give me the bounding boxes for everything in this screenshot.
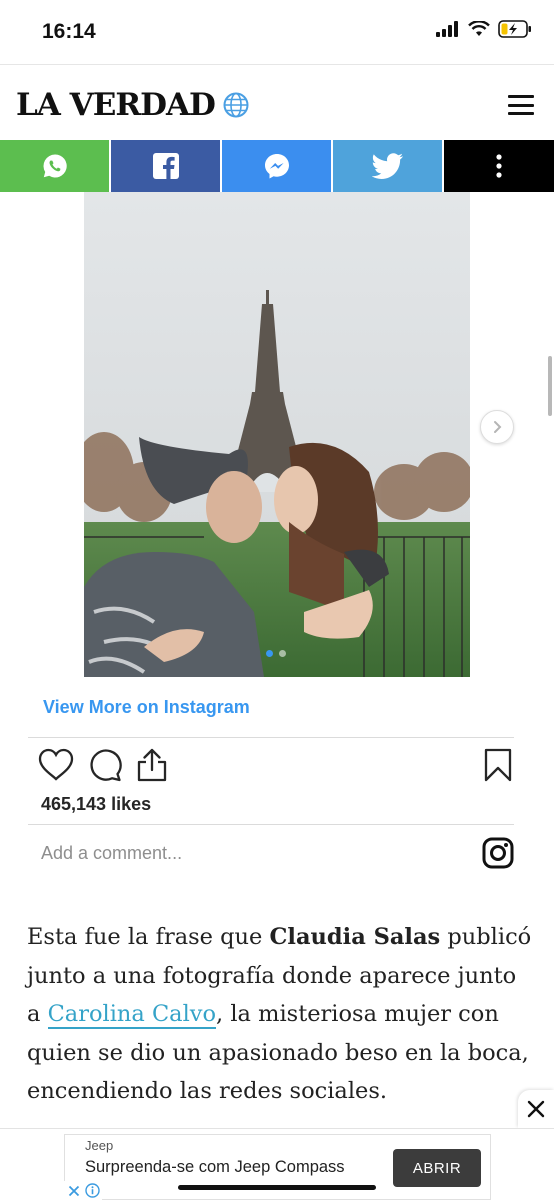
more-vertical-icon (496, 154, 502, 178)
share-upload-icon[interactable] (136, 748, 168, 782)
ad-choices[interactable] (64, 1181, 102, 1200)
status-time: 16:14 (42, 20, 96, 43)
add-comment-input[interactable]: Add a comment... (41, 843, 182, 864)
carousel-next-button[interactable] (480, 410, 514, 444)
share-messenger-button[interactable] (222, 140, 333, 192)
carousel-dot (279, 650, 286, 657)
battery-charging-icon (498, 20, 531, 38)
like-heart-icon[interactable] (38, 748, 74, 782)
site-logo[interactable]: LA VERDAD (16, 87, 249, 123)
article-person-link[interactable]: Carolina Calvo (47, 1001, 217, 1029)
ad-brand: Jeep (85, 1138, 114, 1153)
close-icon (527, 1100, 545, 1118)
scrollbar[interactable] (548, 356, 552, 416)
carousel-dot-active (266, 650, 273, 657)
hamburger-menu-icon[interactable] (508, 95, 534, 115)
share-bar (0, 140, 554, 192)
ad-info-icon[interactable] (83, 1181, 102, 1200)
messenger-icon (264, 154, 289, 179)
home-indicator (178, 1185, 376, 1190)
likes-count: 465,143 likes (41, 794, 152, 814)
ad-close-x-icon[interactable] (64, 1181, 83, 1200)
article-text-segment: Esta fue la frase que (27, 924, 270, 950)
comment-bubble-icon[interactable] (88, 748, 122, 782)
bookmark-save-icon[interactable] (484, 748, 512, 782)
article-paragraph: Esta fue la frase que Claudia Salas publ… (27, 918, 532, 1111)
ad-open-button[interactable]: ABRIR (393, 1149, 481, 1187)
facebook-icon (152, 153, 179, 179)
wifi-icon (468, 21, 490, 36)
status-icons (436, 20, 532, 38)
ad-title: Surpreenda-se com Jeep Compass (85, 1158, 345, 1176)
share-more-button[interactable] (444, 140, 554, 192)
share-twitter-button[interactable] (333, 140, 444, 192)
status-bar: 16:14 (0, 0, 554, 64)
ad-content[interactable]: Jeep Surpreenda-se com Jeep Compass ABRI… (64, 1134, 491, 1200)
instagram-actions-row (38, 748, 516, 784)
chevron-right-icon (494, 421, 502, 433)
whatsapp-icon (43, 154, 67, 178)
share-whatsapp-button[interactable] (0, 140, 111, 192)
instagram-post-image[interactable] (84, 192, 470, 677)
carousel-dots (266, 650, 286, 657)
view-more-on-instagram-link[interactable]: View More on Instagram (43, 697, 250, 718)
instagram-logo-icon[interactable] (482, 837, 514, 869)
cellular-signal-icon (436, 21, 458, 37)
twitter-icon (371, 153, 403, 179)
ad-close-button[interactable] (518, 1090, 554, 1128)
photo-eiffel-tower-kiss (84, 192, 470, 677)
globe-icon (223, 92, 249, 118)
share-facebook-button[interactable] (111, 140, 222, 192)
article-bold-name: Claudia Salas (269, 924, 441, 950)
site-logo-text: LA VERDAD (16, 87, 216, 123)
divider (28, 824, 514, 825)
divider (28, 737, 514, 738)
site-header: LA VERDAD (0, 64, 554, 140)
